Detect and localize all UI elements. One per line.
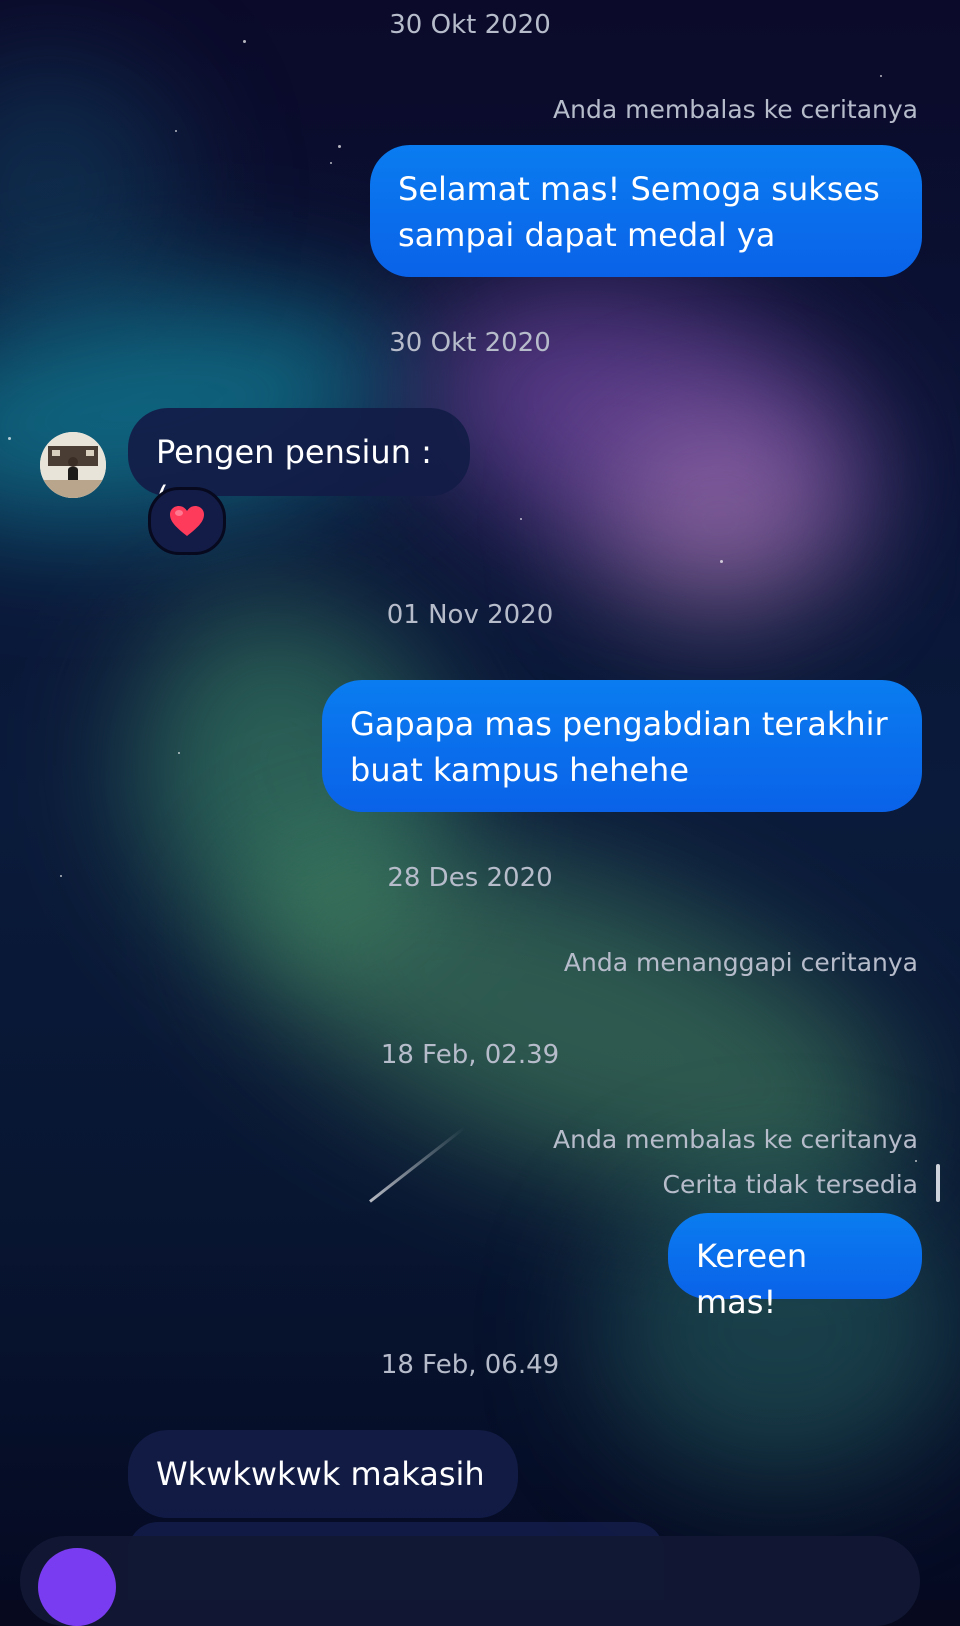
date-separator: 18 Feb, 06.49 <box>380 1350 560 1380</box>
date-separator: 28 Des 2020 <box>387 863 553 893</box>
story-reaction-note: Anda menanggapi ceritanya <box>563 948 918 977</box>
date-separator: 30 Okt 2020 <box>389 10 551 40</box>
date-separator: 01 Nov 2020 <box>386 600 554 630</box>
story-unavailable-note: Cerita tidak tersedia <box>662 1170 919 1199</box>
story-reply-note: Anda membalas ke ceritanya <box>553 1125 918 1154</box>
incoming-message[interactable]: Wkwkwkwk makasih <box>128 1430 518 1518</box>
avatar-photo-icon <box>40 432 106 498</box>
message-text: Selamat mas! Semoga sukses sampai dapat … <box>398 170 880 254</box>
reply-quote-bar <box>936 1164 940 1202</box>
contact-avatar[interactable] <box>40 432 106 498</box>
story-reply-note: Anda membalas ke ceritanya <box>553 95 918 124</box>
message-composer[interactable] <box>20 1536 920 1626</box>
camera-button[interactable] <box>38 1548 116 1626</box>
date-separator: 30 Okt 2020 <box>389 328 551 358</box>
message-text: Wkwkwkwk makasih <box>156 1455 485 1493</box>
outgoing-message[interactable]: Kereen mas! <box>668 1213 922 1321</box>
message-text: Gapapa mas pengabdian terakhir buat kamp… <box>350 705 888 789</box>
message-reaction[interactable] <box>148 487 226 555</box>
outgoing-message[interactable]: Gapapa mas pengabdian terakhir buat kamp… <box>322 680 922 812</box>
heart-icon <box>170 506 204 536</box>
incoming-message[interactable]: Pengen pensiun :( <box>128 408 470 517</box>
date-separator: 18 Feb, 02.39 <box>380 1040 560 1070</box>
outgoing-message[interactable]: Selamat mas! Semoga sukses sampai dapat … <box>370 145 922 277</box>
